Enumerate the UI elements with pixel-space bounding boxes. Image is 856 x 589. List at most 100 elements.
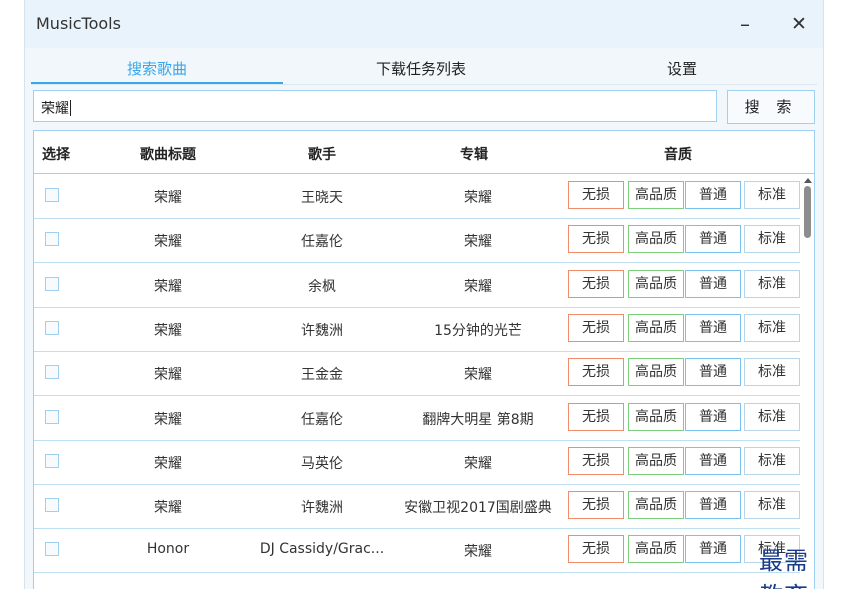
scroll-up-arrow-icon[interactable] xyxy=(804,178,812,183)
quality-standard-button[interactable]: 标准 xyxy=(744,491,800,520)
header-artist: 歌手 xyxy=(308,147,336,163)
quality-high-button[interactable]: 高品质 xyxy=(628,402,684,431)
artist-name: 许魏洲 xyxy=(301,322,343,339)
row-select-checkbox[interactable] xyxy=(45,409,59,424)
results-table: 选择 歌曲标题 歌手 专辑 音质 荣耀 王晓天 荣耀 无损 高品质 普通 标准 荣耀 任嘉伦 荣耀… xyxy=(33,130,815,589)
quality-normal-button[interactable]: 普通 xyxy=(685,358,741,387)
quality-normal-button[interactable]: 普通 xyxy=(685,181,741,209)
artist-name: 任嘉伦 xyxy=(301,411,343,428)
album-name: 荣耀 xyxy=(464,190,492,206)
quality-normal-button[interactable]: 普通 xyxy=(685,491,741,520)
app-title: MusicTools xyxy=(36,14,121,33)
table-row: 荣耀 余枫 荣耀 无损 高品质 普通 标准 xyxy=(34,263,800,308)
table-row: 荣耀 许魏洲 安徽卫视2017国剧盛典 无损 高品质 普通 标准 xyxy=(34,484,800,530)
search-input-value: 荣耀 xyxy=(41,101,69,117)
quality-lossless-button[interactable]: 无损 xyxy=(568,181,624,209)
tab-search-songs[interactable]: 搜索歌曲 xyxy=(31,56,283,84)
song-title: 荣耀 xyxy=(154,367,182,384)
artist-name: 王金金 xyxy=(301,367,343,384)
album-name: 15分钟的光芒 xyxy=(434,322,522,339)
search-input[interactable]: 荣耀 xyxy=(33,90,717,122)
quality-normal-button[interactable]: 普通 xyxy=(685,225,741,254)
row-select-checkbox[interactable] xyxy=(45,498,59,513)
header-album: 专辑 xyxy=(460,147,488,163)
quality-standard-button[interactable]: 标准 xyxy=(744,313,800,342)
minimize-button[interactable]: – xyxy=(731,10,759,38)
song-title: 荣耀 xyxy=(154,278,182,295)
album-name: 安徽卫视2017国剧盛典 xyxy=(404,500,552,517)
quality-high-button[interactable]: 高品质 xyxy=(628,225,684,254)
text-caret xyxy=(70,100,71,116)
quality-standard-button[interactable]: 标准 xyxy=(744,446,800,475)
quality-high-button[interactable]: 高品质 xyxy=(628,313,684,342)
album-name: 翻牌大明星 第8期 xyxy=(422,411,534,428)
album-name: 荣耀 xyxy=(464,367,492,384)
quality-standard-button[interactable]: 标准 xyxy=(744,402,800,431)
album-name: 荣耀 xyxy=(464,544,492,561)
quality-normal-button[interactable]: 普通 xyxy=(685,313,741,342)
tab-bar: 搜索歌曲 下载任务列表 设置 xyxy=(31,56,817,85)
table-row: Honor DJ Cassidy/Grac... 荣耀 无损 高品质 普通 标准 xyxy=(34,528,800,574)
quality-lossless-button[interactable]: 无损 xyxy=(568,269,624,298)
artist-name: 王晓天 xyxy=(301,190,343,206)
quality-lossless-button[interactable]: 无损 xyxy=(568,491,624,520)
quality-normal-button[interactable]: 普通 xyxy=(685,269,741,298)
row-select-checkbox[interactable] xyxy=(45,276,59,291)
music-tools-window: MusicTools – ✕ 搜索歌曲 下载任务列表 设置 荣耀 搜 索 选择 … xyxy=(24,0,824,589)
row-select-checkbox[interactable] xyxy=(45,320,59,335)
table-row: 荣耀 王晓天 荣耀 无损 高品质 普通 标准 xyxy=(34,174,800,219)
quality-normal-button[interactable]: 普通 xyxy=(685,446,741,475)
quality-high-button[interactable]: 高品质 xyxy=(628,491,684,520)
header-select: 选择 xyxy=(42,147,70,163)
quality-lossless-button[interactable]: 无损 xyxy=(568,358,624,387)
quality-lossless-button[interactable]: 无损 xyxy=(568,535,624,564)
song-title: 荣耀 xyxy=(154,234,182,251)
quality-high-button[interactable]: 高品质 xyxy=(628,181,684,209)
title-bar: MusicTools – ✕ xyxy=(25,0,823,48)
row-select-checkbox[interactable] xyxy=(45,542,59,557)
header-quality: 音质 xyxy=(664,147,692,163)
artist-name: 许魏洲 xyxy=(301,500,343,517)
vertical-scrollbar[interactable] xyxy=(801,174,814,589)
row-select-checkbox[interactable] xyxy=(45,232,59,247)
quality-lossless-button[interactable]: 无损 xyxy=(568,402,624,431)
quality-lossless-button[interactable]: 无损 xyxy=(568,446,624,475)
search-button[interactable]: 搜 索 xyxy=(727,90,815,124)
song-title: 荣耀 xyxy=(154,322,182,339)
album-name: 荣耀 xyxy=(464,455,492,472)
artist-name: 余枫 xyxy=(308,278,336,295)
quality-high-button[interactable]: 高品质 xyxy=(628,358,684,387)
song-title: 荣耀 xyxy=(154,500,182,517)
album-name: 荣耀 xyxy=(464,278,492,295)
table-row: 荣耀 许魏洲 15分钟的光芒 无损 高品质 普通 标准 xyxy=(34,307,800,352)
quality-standard-button[interactable]: 标准 xyxy=(744,225,800,254)
quality-standard-button[interactable]: 标准 xyxy=(744,358,800,387)
quality-normal-button[interactable]: 普通 xyxy=(685,535,741,564)
table-row: 荣耀 王金金 荣耀 无损 高品质 普通 标准 xyxy=(34,351,800,397)
song-title: 荣耀 xyxy=(154,411,182,428)
album-name: 荣耀 xyxy=(464,234,492,251)
tab-download-tasks[interactable]: 下载任务列表 xyxy=(293,56,549,82)
quality-high-button[interactable]: 高品质 xyxy=(628,535,684,564)
quality-lossless-button[interactable]: 无损 xyxy=(568,313,624,342)
watermark: 最需教育 xyxy=(759,547,809,589)
scroll-thumb[interactable] xyxy=(804,186,811,238)
header-title: 歌曲标题 xyxy=(140,147,196,163)
quality-high-button[interactable]: 高品质 xyxy=(628,446,684,475)
quality-normal-button[interactable]: 普通 xyxy=(685,402,741,431)
song-title: 荣耀 xyxy=(154,190,182,206)
row-select-checkbox[interactable] xyxy=(45,453,59,468)
row-select-checkbox[interactable] xyxy=(45,188,59,202)
artist-name: DJ Cassidy/Grac... xyxy=(259,541,385,558)
table-row: 荣耀 马英伦 荣耀 无损 高品质 普通 标准 xyxy=(34,440,800,485)
quality-standard-button[interactable]: 标准 xyxy=(744,181,800,209)
song-title: Honor xyxy=(146,541,190,558)
quality-high-button[interactable]: 高品质 xyxy=(628,269,684,298)
tab-settings[interactable]: 设置 xyxy=(556,56,808,82)
row-select-checkbox[interactable] xyxy=(45,365,59,380)
song-title: 荣耀 xyxy=(154,455,182,472)
quality-lossless-button[interactable]: 无损 xyxy=(568,225,624,254)
table-row: 荣耀 任嘉伦 荣耀 无损 高品质 普通 标准 xyxy=(34,218,800,264)
close-button[interactable]: ✕ xyxy=(785,10,813,38)
quality-standard-button[interactable]: 标准 xyxy=(744,269,800,298)
